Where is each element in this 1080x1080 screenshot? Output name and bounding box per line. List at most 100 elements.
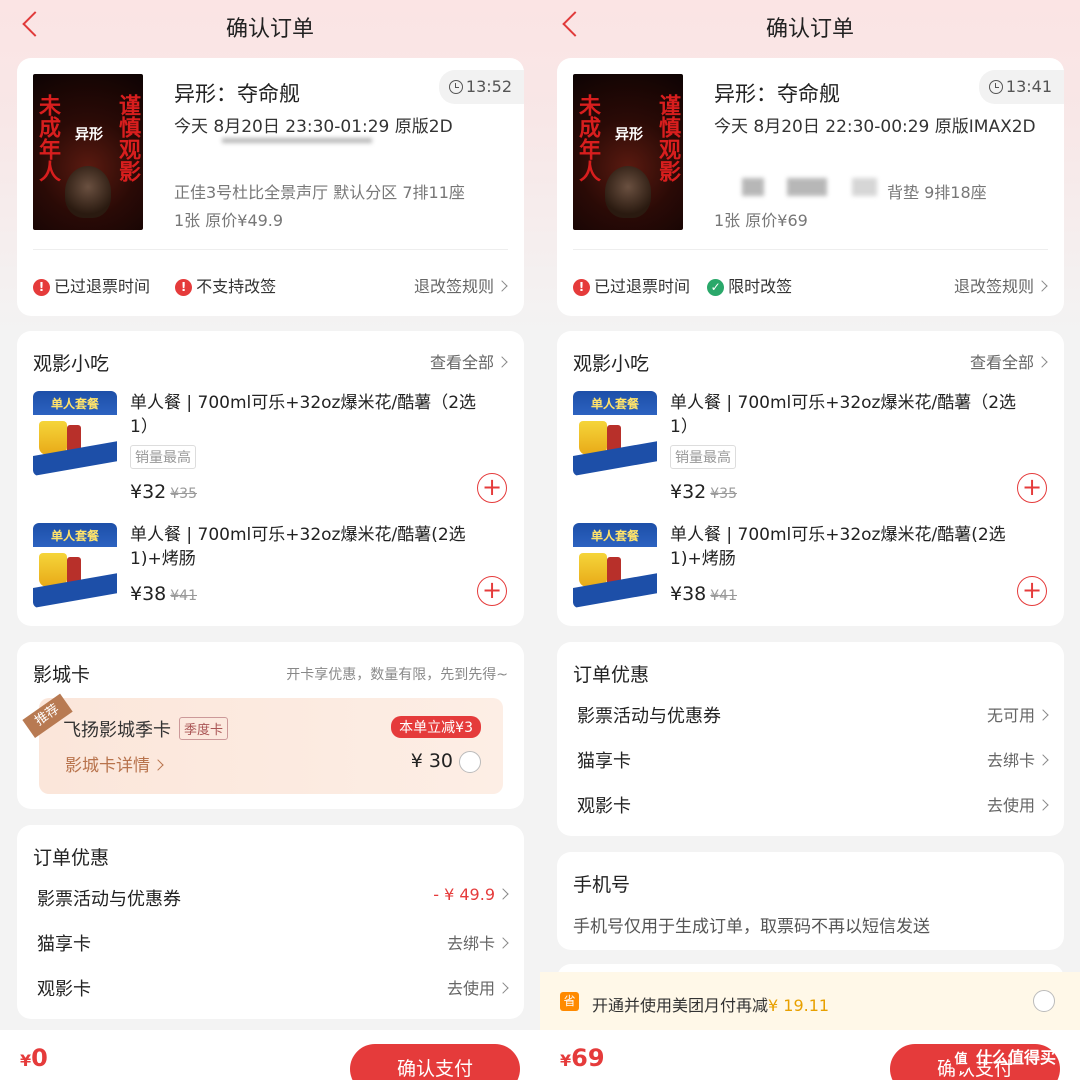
snack-name: 单人餐 | 700ml可乐+32oz爆米花/酷薯（2选1）: [130, 393, 477, 437]
refund-rules-link[interactable]: 退改签规则: [413, 273, 508, 297]
amount-value: 69: [571, 1044, 605, 1072]
snack-image: 单人套餐: [573, 523, 657, 608]
page-title: 确认订单: [765, 17, 854, 42]
rules-label: 退改签规则: [953, 277, 1034, 296]
warning-icon: !: [33, 279, 50, 296]
movie-card: 未成年人 谨慎观影 异形 异形：夺命舰 13:52 今天 8月20日 23:30…: [17, 58, 524, 316]
ticket-price: 1张 原价¥49.9: [174, 211, 284, 230]
row-value-text: 去绑卡: [446, 934, 495, 953]
snack-image-label: 单人套餐: [50, 529, 99, 543]
maoxiang-card-row[interactable]: 猫享卡 去绑卡: [577, 747, 1049, 777]
order-page-left: 确认订单 未成年人 谨慎观影 异形 异形：夺命舰 13:52 今天 8月20日 …: [0, 0, 540, 1080]
maoxiang-card-row[interactable]: 猫享卡 去绑卡: [37, 930, 509, 960]
order-page-right: 确认订单 未成年人 谨慎观影 异形 异形：夺命舰 13:41 今天 8月20日 …: [540, 0, 1080, 1080]
promo-text: 开通并使用美团月付再减¥ 19.11: [592, 992, 829, 1016]
movie-poster: 未成年人 谨慎观影 异形: [573, 74, 683, 230]
rules-label: 退改签规则: [413, 277, 494, 296]
watermark-text: 什么值得买: [976, 1048, 1057, 1067]
refund-notes: ! 已过退票时间 ! 不支持改签: [33, 273, 276, 297]
card-name-text: 飞扬影城季卡: [63, 720, 171, 741]
row-value: - ¥ 49.9: [433, 885, 509, 904]
snack-name: 单人餐 | 700ml可乐+32oz爆米花/酷薯(2选1)+烤肠: [130, 525, 466, 569]
show-schedule: 今天 8月20日 22:30-00:29 原版IMAX2D: [714, 117, 1036, 137]
show-schedule: 今天 8月20日 23:30-01:29 原版2D: [174, 117, 453, 137]
redacted-text: [742, 178, 764, 196]
row-value-text: 去使用: [446, 979, 495, 998]
add-snack-button[interactable]: +: [1017, 473, 1047, 503]
movie-card-row[interactable]: 观影卡 去使用: [37, 975, 509, 1005]
snack-price: ¥38 ¥41: [130, 583, 197, 605]
poster-art: [65, 166, 111, 218]
countdown-badge: 13:52: [438, 70, 524, 104]
row-value-text: 无可用: [986, 706, 1035, 725]
seat-info: 背垫 9排18座: [887, 183, 987, 202]
snack-tag: 销量最高: [130, 445, 196, 469]
divider: [33, 249, 508, 250]
warning-icon: !: [573, 279, 590, 296]
price-original: ¥41: [170, 588, 197, 604]
chevron-right-icon: [1037, 754, 1049, 766]
chevron-right-icon: [1037, 799, 1049, 811]
chevron-right-icon: [496, 280, 508, 292]
snack-tag: 销量最高: [670, 445, 736, 469]
cinema-card-offer[interactable]: 推荐 飞扬影城季卡 季度卡 影城卡详情 本单立减¥3 ¥ 30: [22, 693, 503, 794]
seat-info: 正佳3号杜比全景声厅 默认分区 7排11座: [174, 183, 465, 202]
add-snack-button[interactable]: +: [1017, 576, 1047, 606]
snack-price: ¥32 ¥35: [670, 481, 737, 503]
card-type-tag: 季度卡: [179, 717, 229, 740]
snacks-card: 观影小吃 查看全部 单人套餐 单人餐 | 700ml可乐+32oz爆米花/酷薯（…: [557, 331, 1064, 626]
monthly-pay-promo[interactable]: 省 开通并使用美团月付再减¥ 19.11: [540, 972, 1080, 1032]
chevron-right-icon: [497, 888, 509, 900]
redacted-text: [222, 138, 372, 143]
promo-radio[interactable]: [1033, 990, 1055, 1012]
movie-card-row[interactable]: 观影卡 去使用: [577, 792, 1049, 822]
snack-item: 单人套餐 单人餐 | 700ml可乐+32oz爆米花/酷薯（2选1） 销量最高 …: [33, 391, 507, 503]
view-all-link[interactable]: 查看全部: [970, 349, 1048, 373]
ticket-price: 1张 原价¥69: [714, 211, 808, 230]
price-original: ¥41: [710, 588, 737, 604]
watermark: 值什么值得买: [950, 1044, 1056, 1071]
poster-text-right: 谨慎观影: [655, 94, 681, 182]
page-title: 确认订单: [225, 17, 314, 42]
snack-price: ¥32 ¥35: [130, 481, 197, 503]
snack-name: 单人餐 | 700ml可乐+32oz爆米花/酷薯(2选1)+烤肠: [670, 525, 1006, 569]
view-all-link[interactable]: 查看全部: [429, 349, 508, 373]
row-value-text: 去绑卡: [986, 751, 1035, 770]
poster-title: 异形: [615, 127, 643, 143]
refund-status: 已过退票时间: [594, 277, 691, 296]
save-icon: 省: [560, 992, 579, 1011]
clock-icon: [988, 80, 1003, 94]
poster-text-left: 未成年人: [575, 94, 601, 182]
confirm-pay-button[interactable]: 确认支付: [350, 1044, 520, 1080]
snack-price: ¥38 ¥41: [670, 583, 737, 605]
movie-poster: 未成年人 谨慎观影 异形: [33, 74, 143, 230]
row-label: 观影卡: [37, 979, 91, 1000]
card-select-radio[interactable]: [459, 751, 481, 773]
add-snack-button[interactable]: +: [477, 576, 507, 606]
add-snack-button[interactable]: +: [477, 473, 507, 503]
snack-item: 单人套餐 单人餐 | 700ml可乐+32oz爆米花/酷薯（2选1） 销量最高 …: [573, 391, 1047, 503]
coupon-row[interactable]: 影票活动与优惠券 - ¥ 49.9: [37, 885, 509, 915]
row-label: 猫享卡: [37, 934, 91, 955]
poster-title: 异形: [75, 127, 103, 143]
phone-note: 手机号仅用于生成订单，取票码不再以短信发送: [573, 917, 930, 937]
view-all-label: 查看全部: [429, 353, 494, 372]
chevron-right-icon: [1037, 709, 1049, 721]
chevron-right-icon: [497, 937, 509, 949]
snack-image-label: 单人套餐: [590, 397, 639, 411]
refund-status: 已过退票时间: [54, 277, 151, 296]
chevron-right-icon: [497, 982, 509, 994]
price-current: ¥38: [130, 583, 167, 605]
chevron-right-icon: [496, 356, 508, 368]
order-discount-card: 订单优惠 影票活动与优惠券 - ¥ 49.9 猫享卡 去绑卡 观影卡 去使用: [17, 825, 524, 1019]
nav-bar: 确认订单: [0, 0, 540, 50]
discount-badge: 本单立减¥3: [391, 716, 481, 738]
check-icon: ✓: [707, 279, 725, 296]
refund-rules-link[interactable]: 退改签规则: [953, 273, 1048, 297]
movie-title: 异形：夺命舰: [174, 82, 300, 106]
watermark-logo-icon: 值: [950, 1049, 972, 1071]
coupon-row[interactable]: 影票活动与优惠券 无可用: [577, 702, 1049, 732]
price-current: ¥32: [130, 481, 167, 503]
change-status: 限时改签: [728, 277, 793, 296]
card-detail-link[interactable]: 影城卡详情: [65, 751, 164, 776]
